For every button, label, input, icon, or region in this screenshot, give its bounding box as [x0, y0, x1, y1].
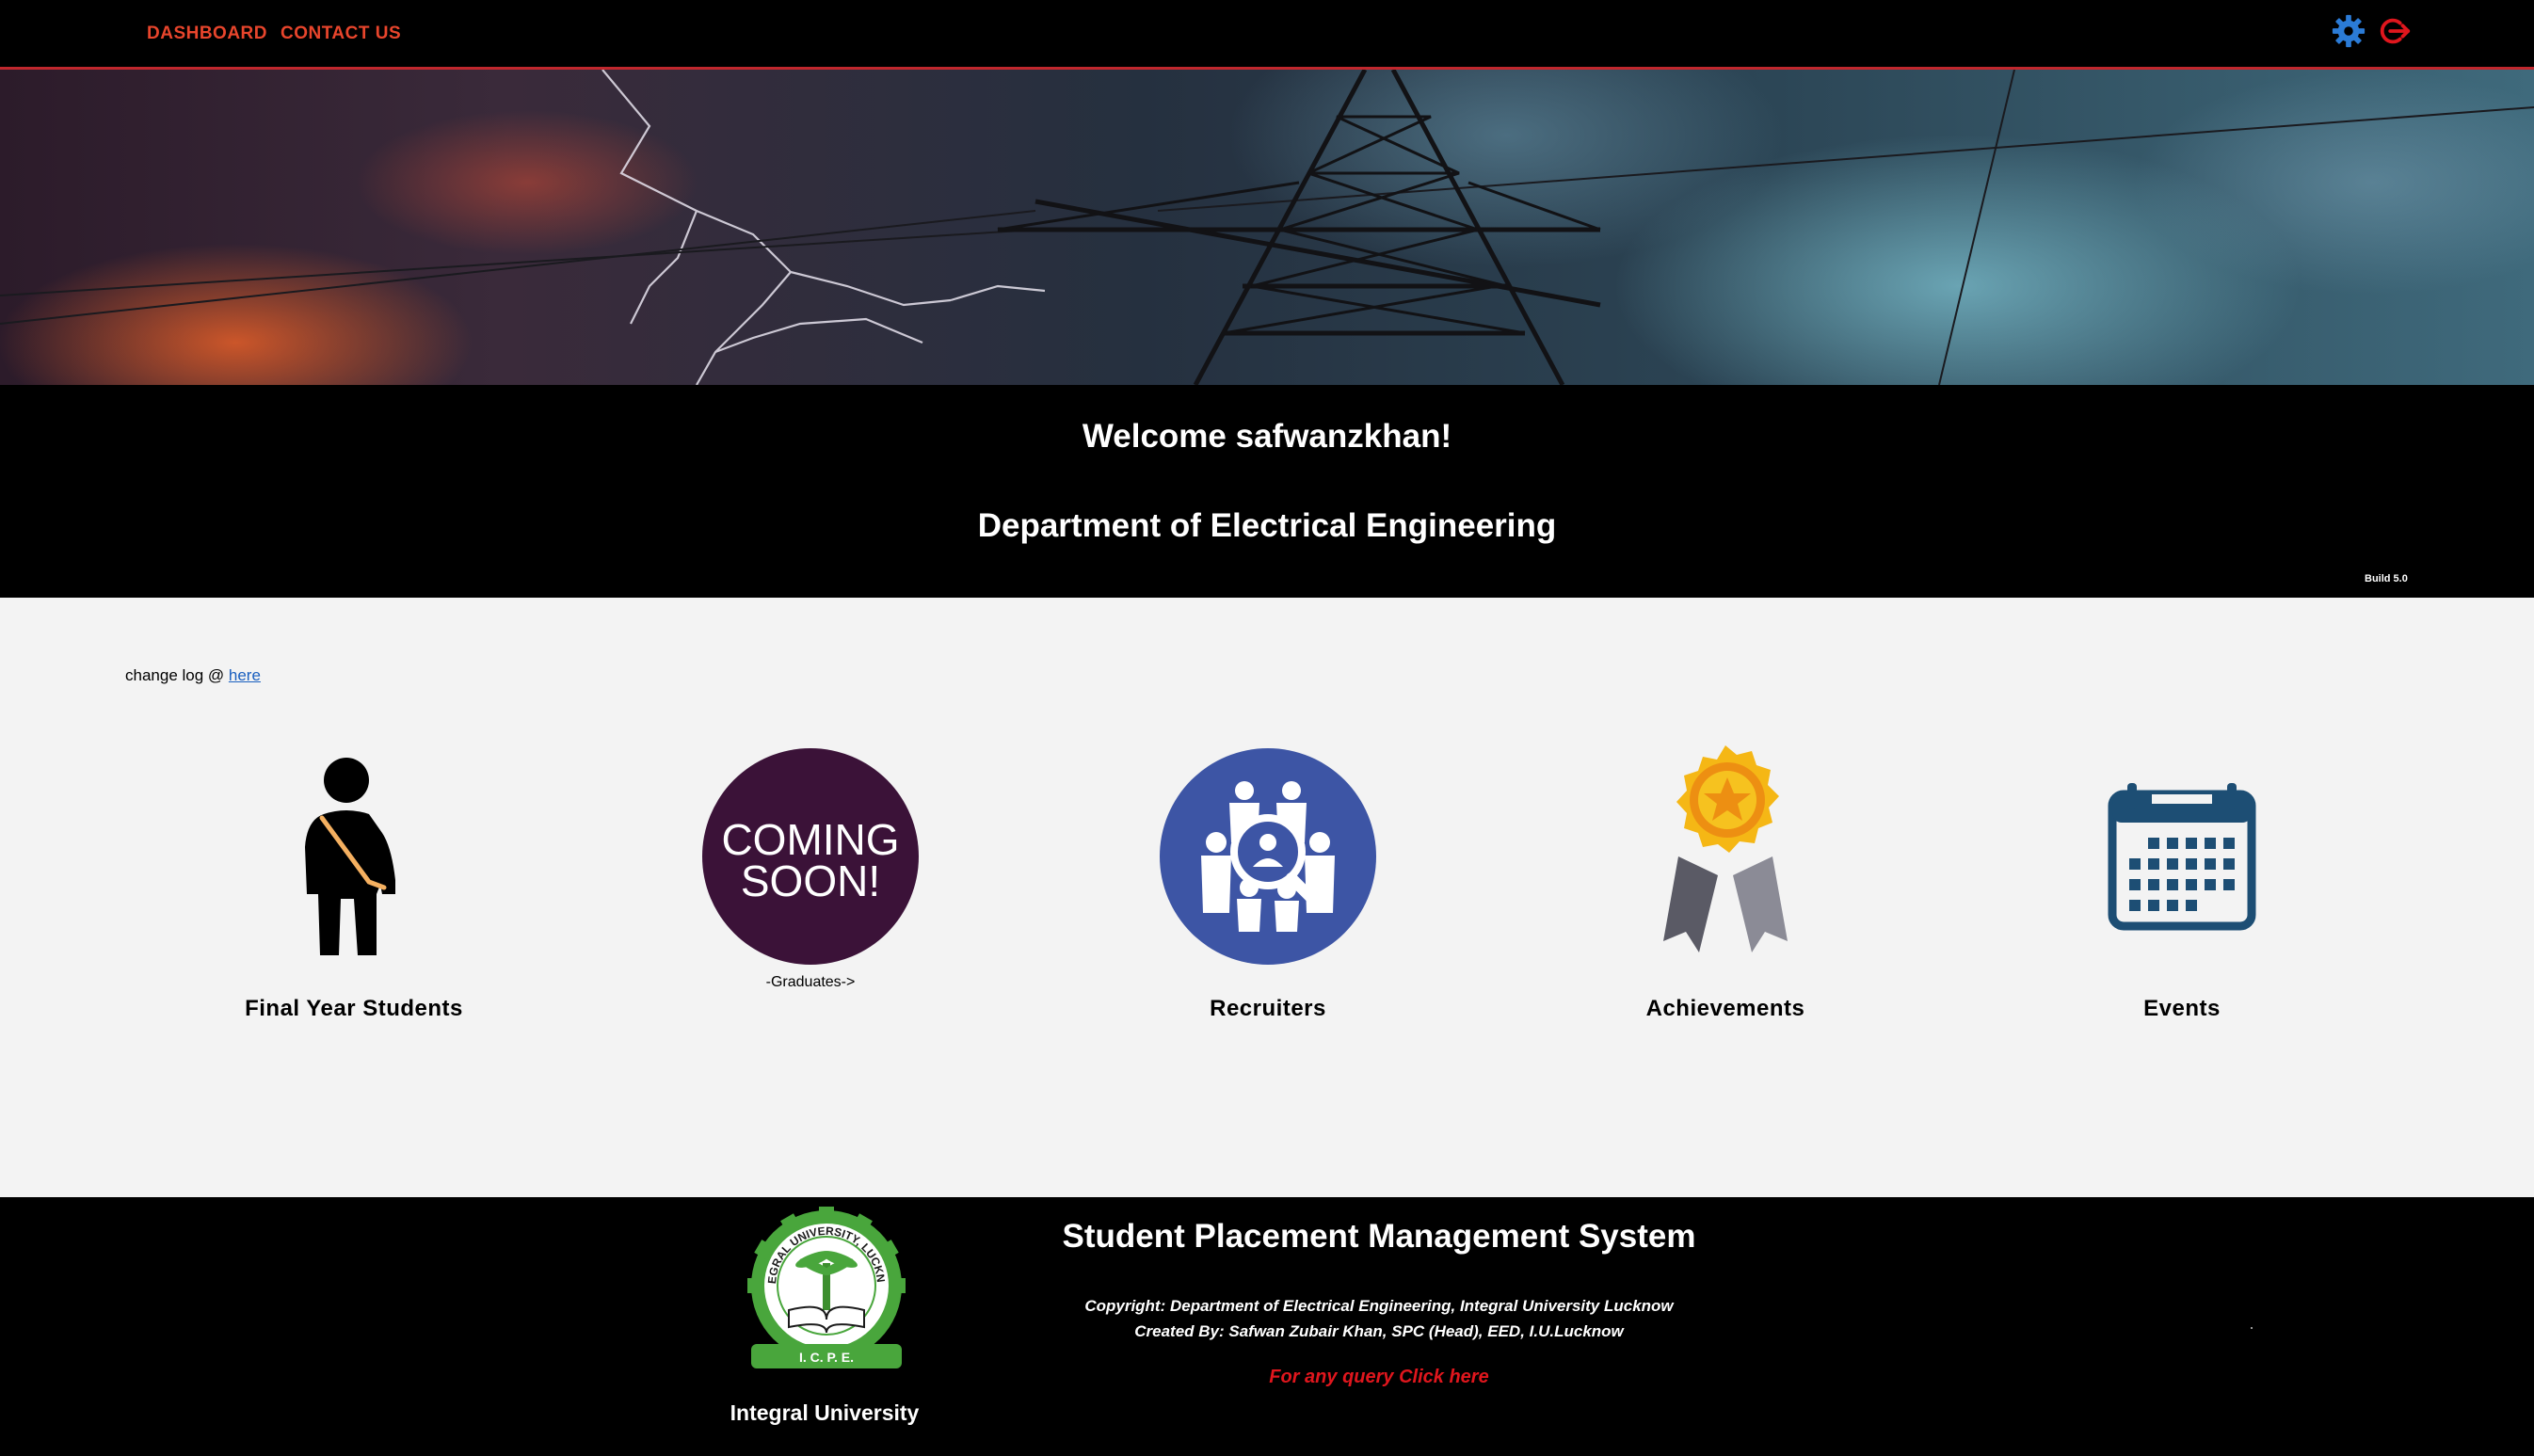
- university-name: Integral University: [730, 1400, 920, 1425]
- award-medal-icon: [1663, 745, 1788, 952]
- coming-soon-badge: COMING SOON!: [702, 748, 919, 965]
- changelog-prefix: change log @: [125, 666, 229, 684]
- final-year-students-label: Final Year Students: [245, 996, 463, 1021]
- nav-dashboard-link[interactable]: DASHBOARD: [147, 24, 267, 44]
- changelog-link[interactable]: here: [229, 666, 261, 684]
- achievements-card[interactable]: Achievements: [1584, 744, 1867, 1026]
- copyright-text: Copyright: Department of Electrical Engi…: [1084, 1297, 1674, 1315]
- query-link[interactable]: For any query Click here: [941, 1367, 1817, 1388]
- university-logo: INTEGRAL UNIVERSITY, LUCKNOW I. C. P. E.: [742, 1207, 906, 1368]
- recruiters-icon: [1160, 748, 1376, 965]
- footer: INTEGRAL UNIVERSITY, LUCKNOW I. C. P. E.…: [0, 1197, 2534, 1456]
- created-by-text: Created By: Safwan Zubair Khan, SPC (Hea…: [1134, 1322, 1624, 1340]
- gear-icon[interactable]: [2331, 13, 2366, 49]
- hero-banner-image: [0, 70, 2534, 385]
- build-version: Build 5.0: [2365, 573, 2408, 584]
- logout-icon[interactable]: [2376, 13, 2412, 49]
- graduates-card[interactable]: COMING SOON! -Graduates->: [669, 744, 952, 1026]
- recruiters-label: Recruiters: [1210, 996, 1326, 1021]
- welcome-banner: Welcome safwanzkhan! Department of Elect…: [0, 385, 2534, 598]
- student-icon: [305, 758, 395, 955]
- nav-contact-link[interactable]: CONTACT US: [281, 24, 401, 44]
- logo-initials: I. C. P. E.: [799, 1350, 854, 1365]
- changelog-text: change log @ here: [125, 666, 261, 685]
- department-heading: Department of Electrical Engineering: [977, 507, 1557, 544]
- welcome-heading: Welcome safwanzkhan!: [1082, 418, 1452, 455]
- coming-soon-line2: SOON!: [741, 856, 880, 905]
- calendar-icon: [2108, 783, 2256, 931]
- recruiters-card[interactable]: Recruiters: [1127, 744, 1409, 1026]
- final-year-students-card[interactable]: Final Year Students: [213, 744, 495, 1026]
- achievements-label: Achievements: [1645, 996, 1805, 1021]
- top-navbar: DASHBOARD CONTACT US: [0, 0, 2534, 70]
- footer-dot: [2251, 1327, 2253, 1329]
- events-label: Events: [2143, 996, 2221, 1021]
- graduates-sublabel: -Graduates->: [765, 974, 856, 990]
- events-card[interactable]: Events: [2041, 744, 2323, 1026]
- system-title: Student Placement Management System: [1062, 1218, 1696, 1255]
